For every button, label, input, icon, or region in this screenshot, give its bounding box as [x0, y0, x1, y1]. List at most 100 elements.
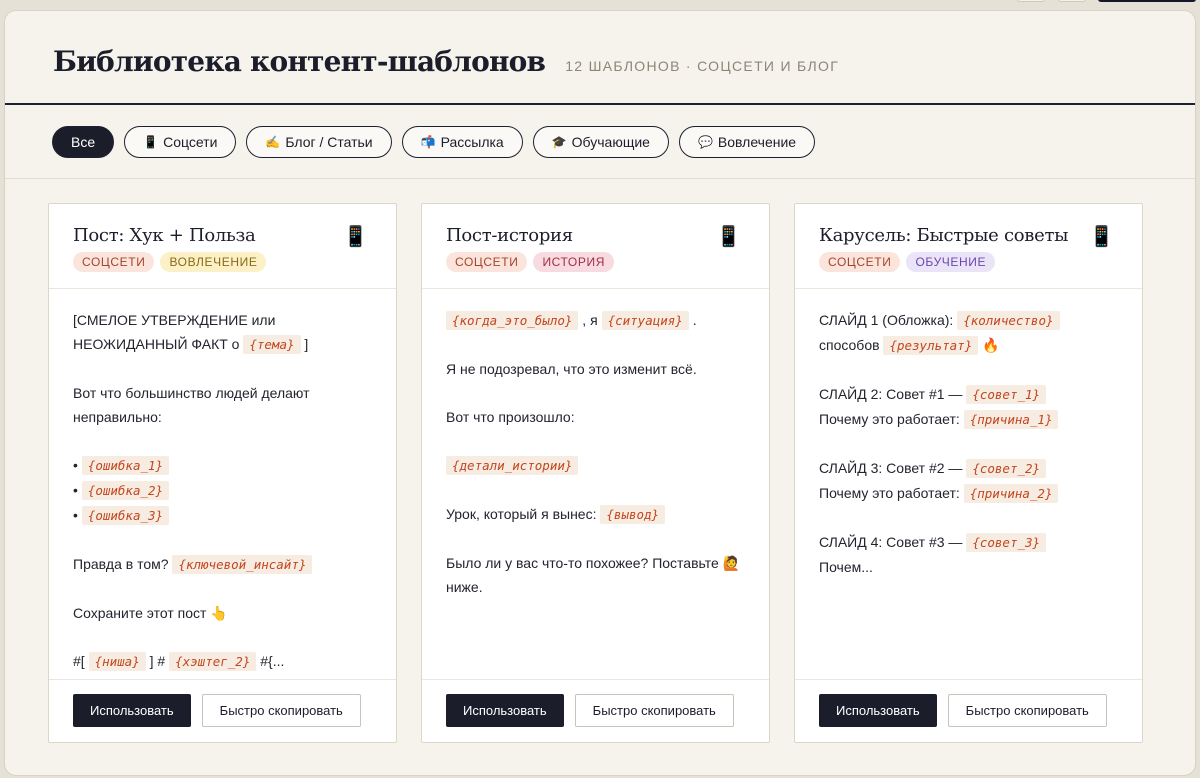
toolbar-button[interactable]	[1017, 0, 1045, 2]
preview-line: СЛАЙД 3: Совет #2 — {совет_2}	[819, 456, 1118, 481]
preview-text: Почему это работает:	[819, 411, 964, 427]
preview-line: {когда_это_было} , я {ситуация} .	[446, 308, 745, 333]
card-header: Пост: Хук + Польза 📱 Соцсети Вовлечение	[49, 204, 396, 289]
toolbar-primary-button[interactable]	[1098, 0, 1196, 2]
preview-line: #[ {ниша} ] # {хэштег_2} #{...	[73, 649, 372, 674]
preview-text: СЛАЙД 1 (Обложка):	[819, 312, 958, 328]
preview-text: СЛАЙД 4: Совет #3 —	[819, 534, 967, 550]
preview-text: Я не подозревал, что это изменит всё.	[446, 361, 697, 377]
preview-line	[446, 381, 745, 405]
preview-text: Урок, который я вынес:	[446, 506, 601, 522]
preview-text: , я	[578, 312, 602, 328]
preview-text: Правда в том?	[73, 556, 173, 572]
filter-chip-3[interactable]: 📬 Рассылка	[401, 125, 523, 158]
placeholder-variable: {хэштег_2}	[169, 652, 257, 671]
preview-line: Почем...	[819, 555, 1118, 579]
placeholder-variable: {причина_2}	[963, 484, 1059, 503]
tag-badge: Соцсети	[446, 252, 528, 272]
phone-icon: 📱	[343, 226, 368, 248]
preview-line: [СМЕЛОЕ УТВЕРЖДЕНИЕ или	[73, 308, 372, 332]
phone-icon: 📱	[716, 226, 741, 248]
preview-line	[73, 625, 372, 649]
preview-text: #{...	[256, 653, 285, 669]
card-title: Пост: Хук + Польза	[73, 225, 256, 246]
placeholder-variable: {результат}	[883, 336, 979, 355]
placeholder-variable: {ошибка_2}	[81, 481, 170, 500]
filter-chip-1[interactable]: 📱 Соцсети	[124, 125, 237, 158]
preview-line: Сохраните этот пост 👆	[73, 601, 372, 625]
preview-line	[446, 527, 745, 551]
filter-bar: Все 📱 Соцсети ✍️ Блог / Статьи 📬 Рассылка 🎓 Обуч…	[5, 105, 1195, 179]
filter-chip-0[interactable]: Все	[52, 125, 115, 158]
preview-text: 🔥	[978, 337, 1000, 353]
preview-line: Урок, который я вынес: {вывод}	[446, 502, 745, 527]
filter-icon: 🎓	[551, 134, 567, 149]
card-title: Пост-история	[446, 225, 573, 246]
card-header: Пост-история 📱 Соцсети История	[422, 204, 769, 289]
preview-text: СЛАЙД 3: Совет #2 —	[819, 460, 967, 476]
preview-line: способов {результат} 🔥	[819, 333, 1118, 358]
preview-line: • {ошибка_1}	[73, 453, 372, 478]
preview-text: ниже.	[446, 579, 483, 595]
preview-line: Вот что произошло:	[446, 405, 745, 429]
placeholder-variable: {ситуация}	[601, 311, 689, 330]
preview-text: .	[688, 312, 697, 328]
card-preview: {когда_это_было} , я {ситуация} . Я не по…	[422, 289, 769, 679]
placeholder-variable: {тема}	[243, 335, 301, 354]
preview-text: неправильно:	[73, 409, 162, 425]
preview-line: Почему это работает: {причина_2}	[819, 481, 1118, 506]
preview-line: СЛАЙД 2: Совет #1 — {совет_1}	[819, 382, 1118, 407]
filter-label: Все	[71, 133, 96, 150]
preview-line: Я не подозревал, что это изменит всё.	[446, 357, 745, 381]
preview-text: Вот что произошло:	[446, 409, 575, 425]
preview-line	[819, 358, 1118, 382]
preview-text: •	[73, 507, 82, 523]
preview-line: СЛАЙД 1 (Обложка): {количество}	[819, 308, 1118, 333]
quick-copy-button[interactable]: Быстро скопировать	[574, 694, 734, 727]
filter-chip-2[interactable]: ✍️ Блог / Статьи	[246, 125, 392, 158]
card-preview: СЛАЙД 1 (Обложка): {количество} способов …	[795, 289, 1142, 679]
use-button[interactable]: Использовать	[819, 694, 937, 727]
preview-text: способов	[819, 337, 884, 353]
preview-line: Вот что большинство людей делают	[73, 381, 372, 405]
placeholder-variable: {ниша}	[88, 652, 146, 671]
preview-text: •	[73, 457, 82, 473]
filter-icon: 💬	[697, 134, 713, 149]
filter-chip-5[interactable]: 💬 Вовлечение	[678, 125, 816, 158]
preview-text: [СМЕЛОЕ УТВЕРЖДЕНИЕ или	[73, 312, 276, 328]
filter-label: Обучающие	[571, 133, 650, 150]
preview-line: неправильно:	[73, 405, 372, 429]
preview-text: ]	[300, 336, 309, 352]
preview-text: СЛАЙД 2: Совет #1 —	[819, 386, 967, 402]
filter-label: Рассылка	[440, 133, 504, 150]
filter-icon: 📬	[420, 134, 436, 149]
tag-badge: Соцсети	[73, 252, 155, 272]
preview-text: Почем...	[819, 559, 873, 575]
filter-label: Соцсети	[163, 133, 218, 150]
preview-text: Почему это работает:	[819, 485, 964, 501]
preview-line: {детали_истории}	[446, 453, 745, 478]
page-subtitle: 12 шаблонов · соцсети и блог	[565, 58, 840, 74]
template-card: Пост-история 📱 Соцсети История {когда_это_бы…	[421, 203, 770, 743]
quick-copy-button[interactable]: Быстро скопировать	[201, 694, 361, 727]
preview-line: • {ошибка_2}	[73, 478, 372, 503]
placeholder-variable: {совет_1}	[966, 385, 1047, 404]
toolbar-button[interactable]	[1058, 0, 1086, 2]
placeholder-variable: {ошибка_3}	[81, 506, 170, 525]
filter-chip-4[interactable]: 🎓 Обучающие	[532, 125, 669, 158]
preview-line	[819, 432, 1118, 456]
card-header: Карусель: Быстрые советы 📱 Соцсети Обучение	[795, 204, 1142, 289]
use-button[interactable]: Использовать	[446, 694, 564, 727]
preview-text: #[	[73, 653, 89, 669]
placeholder-variable: {детали_истории}	[446, 456, 579, 475]
use-button[interactable]: Использовать	[73, 694, 191, 727]
preview-line: СЛАЙД 4: Совет #3 — {совет_3}	[819, 530, 1118, 555]
placeholder-variable: {совет_2}	[966, 459, 1047, 478]
preview-line: • {ошибка_3}	[73, 503, 372, 528]
card-tags: Соцсети История	[446, 252, 745, 272]
quick-copy-button[interactable]: Быстро скопировать	[947, 694, 1107, 727]
card-tags: Соцсети Обучение	[819, 252, 1118, 272]
placeholder-variable: {вывод}	[600, 505, 666, 524]
placeholder-variable: {количество}	[957, 311, 1060, 330]
card-preview: [СМЕЛОЕ УТВЕРЖДЕНИЕ или НЕОЖИДАННЫЙ ФАКТ …	[49, 289, 396, 679]
